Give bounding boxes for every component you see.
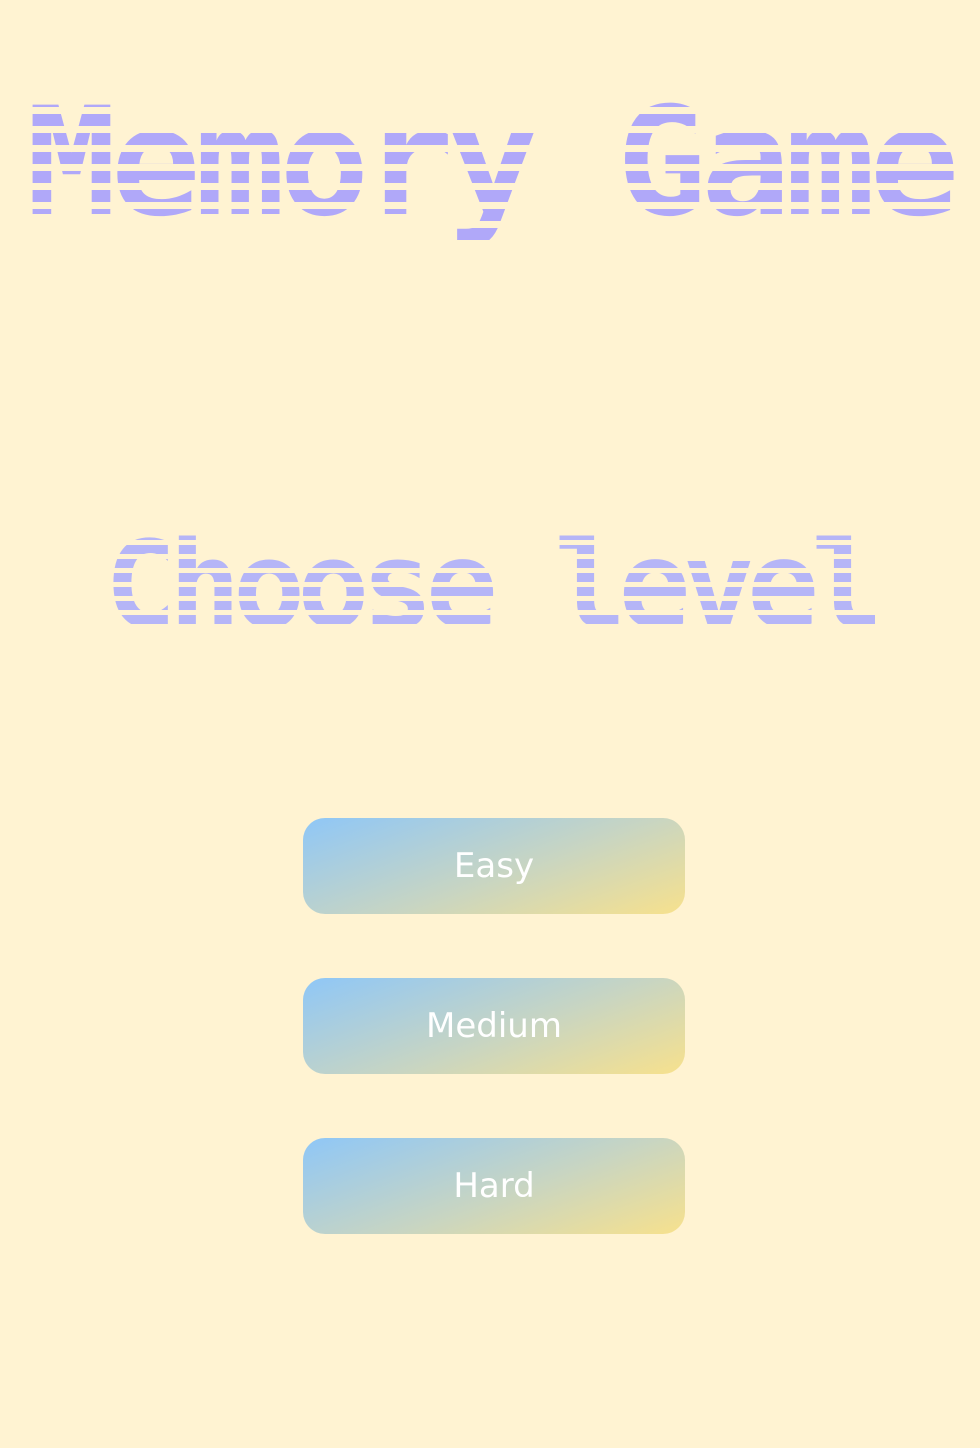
medium-level-label: Medium: [426, 1006, 562, 1046]
hard-level-button[interactable]: Hard: [303, 1138, 685, 1234]
hard-level-label: Hard: [453, 1166, 535, 1206]
easy-level-button[interactable]: Easy: [303, 818, 685, 914]
medium-level-button[interactable]: Medium: [303, 978, 685, 1074]
game-title-text: Memory Game: [26, 76, 959, 250]
choose-level-heading: Choose level: [0, 522, 980, 652]
choose-level-text: Choose level: [104, 517, 884, 656]
easy-level-label: Easy: [453, 846, 535, 886]
game-title: Memory Game: [0, 68, 980, 258]
